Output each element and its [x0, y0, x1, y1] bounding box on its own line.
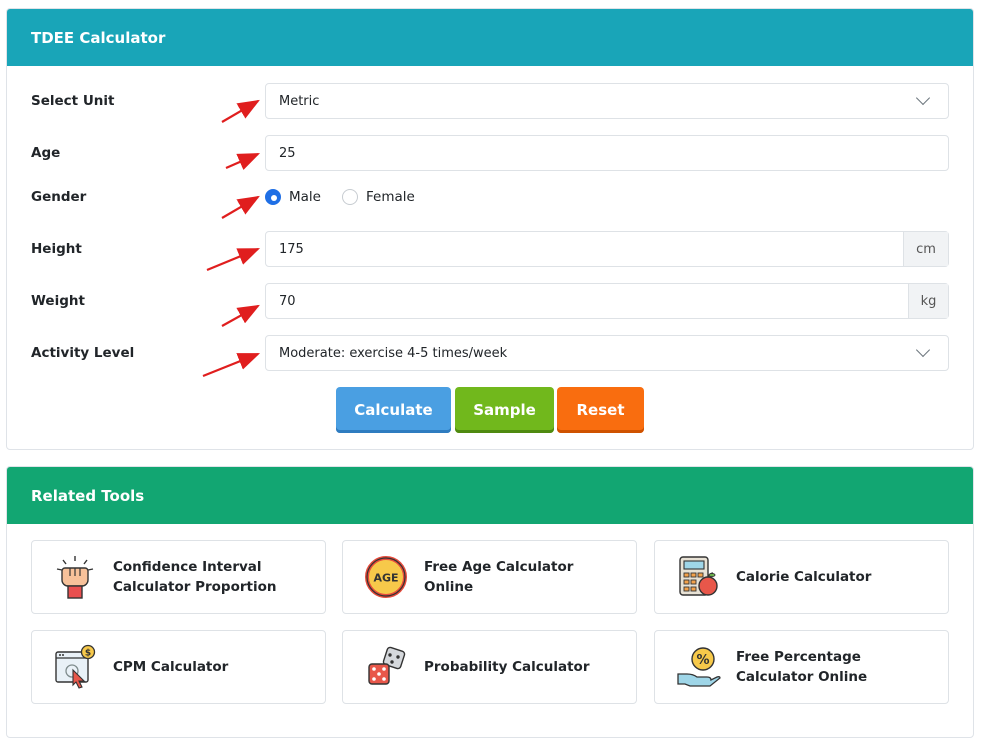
action-buttons: Calculate Sample Reset [7, 387, 973, 434]
age-label: Age [31, 145, 61, 161]
tool-label: CPM Calculator [113, 659, 229, 675]
gender-female-label[interactable]: Female [366, 189, 415, 205]
activity-select-value: Moderate: exercise 4-5 times/week [279, 345, 508, 361]
svg-text:%: % [696, 653, 709, 668]
tool-age-calculator[interactable]: AGE Free Age Calculator Online [342, 540, 637, 614]
weight-input-value: 70 [279, 293, 296, 309]
tool-calorie-calculator[interactable]: Calorie Calculator [654, 540, 949, 614]
age-input[interactable]: 25 [265, 135, 949, 171]
height-unit-addon: cm [903, 232, 948, 266]
svg-text:$: $ [85, 649, 91, 659]
activity-row: Activity Level Moderate: exercise 4-5 ti… [31, 335, 949, 371]
weight-input[interactable]: 70 kg [265, 283, 949, 319]
tool-label: Probability Calculator [424, 659, 590, 675]
tool-confidence-interval[interactable]: Confidence Interval Calculator Proportio… [31, 540, 326, 614]
activity-label: Activity Level [31, 345, 135, 361]
tool-label: Confidence Interval Calculator Proportio… [113, 559, 277, 595]
gender-label: Gender [31, 189, 87, 205]
calculator-header: TDEE Calculator [7, 9, 973, 66]
gender-male-radio[interactable] [265, 189, 281, 205]
dice-icon [368, 646, 406, 685]
related-tools-card: Related Tools Confidence Interval Calcul… [6, 466, 974, 738]
height-input-value: 175 [279, 241, 304, 257]
unit-label: Select Unit [31, 93, 115, 109]
activity-select[interactable]: Moderate: exercise 4-5 times/week [265, 335, 949, 371]
browser-dollar-click-icon: $ [55, 644, 96, 689]
tool-percentage-calculator[interactable]: % Free Percentage Calculator Online [654, 630, 949, 704]
gender-male-label[interactable]: Male [289, 189, 321, 205]
tool-cpm-calculator[interactable]: $ CPM Calculator [31, 630, 326, 704]
related-tools-header: Related Tools [7, 467, 973, 524]
tdee-calculator-card: TDEE Calculator Select Unit Metric Age 2… [6, 8, 974, 450]
related-tools-title: Related Tools [31, 486, 145, 505]
weight-row: Weight 70 kg [31, 283, 949, 319]
svg-text:AGE: AGE [373, 572, 398, 585]
calculator-title: TDEE Calculator [31, 28, 166, 47]
calculator-apple-icon [679, 556, 718, 596]
tool-label: Calorie Calculator [736, 569, 872, 585]
raised-fist-icon [56, 556, 94, 599]
height-row: Height 175 cm [31, 231, 949, 267]
height-label: Height [31, 241, 82, 257]
chevron-down-icon [915, 342, 931, 358]
age-badge-icon: AGE [365, 556, 407, 598]
age-input-value: 25 [279, 145, 296, 161]
reset-button[interactable]: Reset [557, 387, 644, 433]
tool-label: Free Age Calculator Online [424, 559, 574, 595]
hand-percent-coin-icon: % [677, 647, 721, 687]
chevron-down-icon [915, 90, 931, 106]
gender-radio-group: Male Female [265, 179, 436, 215]
calculate-button[interactable]: Calculate [336, 387, 451, 433]
sample-button[interactable]: Sample [455, 387, 554, 433]
tool-label: Free Percentage Calculator Online [736, 649, 868, 685]
unit-row: Select Unit Metric [31, 83, 949, 119]
gender-row: Gender Male Female [31, 179, 949, 215]
gender-female-radio[interactable] [341, 189, 358, 205]
weight-label: Weight [31, 293, 85, 309]
unit-select[interactable]: Metric [265, 83, 949, 119]
weight-unit-addon: kg [908, 284, 948, 318]
age-row: Age 25 [31, 135, 949, 171]
height-input[interactable]: 175 cm [265, 231, 949, 267]
tool-probability-calculator[interactable]: Probability Calculator [342, 630, 637, 704]
unit-select-value: Metric [279, 93, 320, 109]
